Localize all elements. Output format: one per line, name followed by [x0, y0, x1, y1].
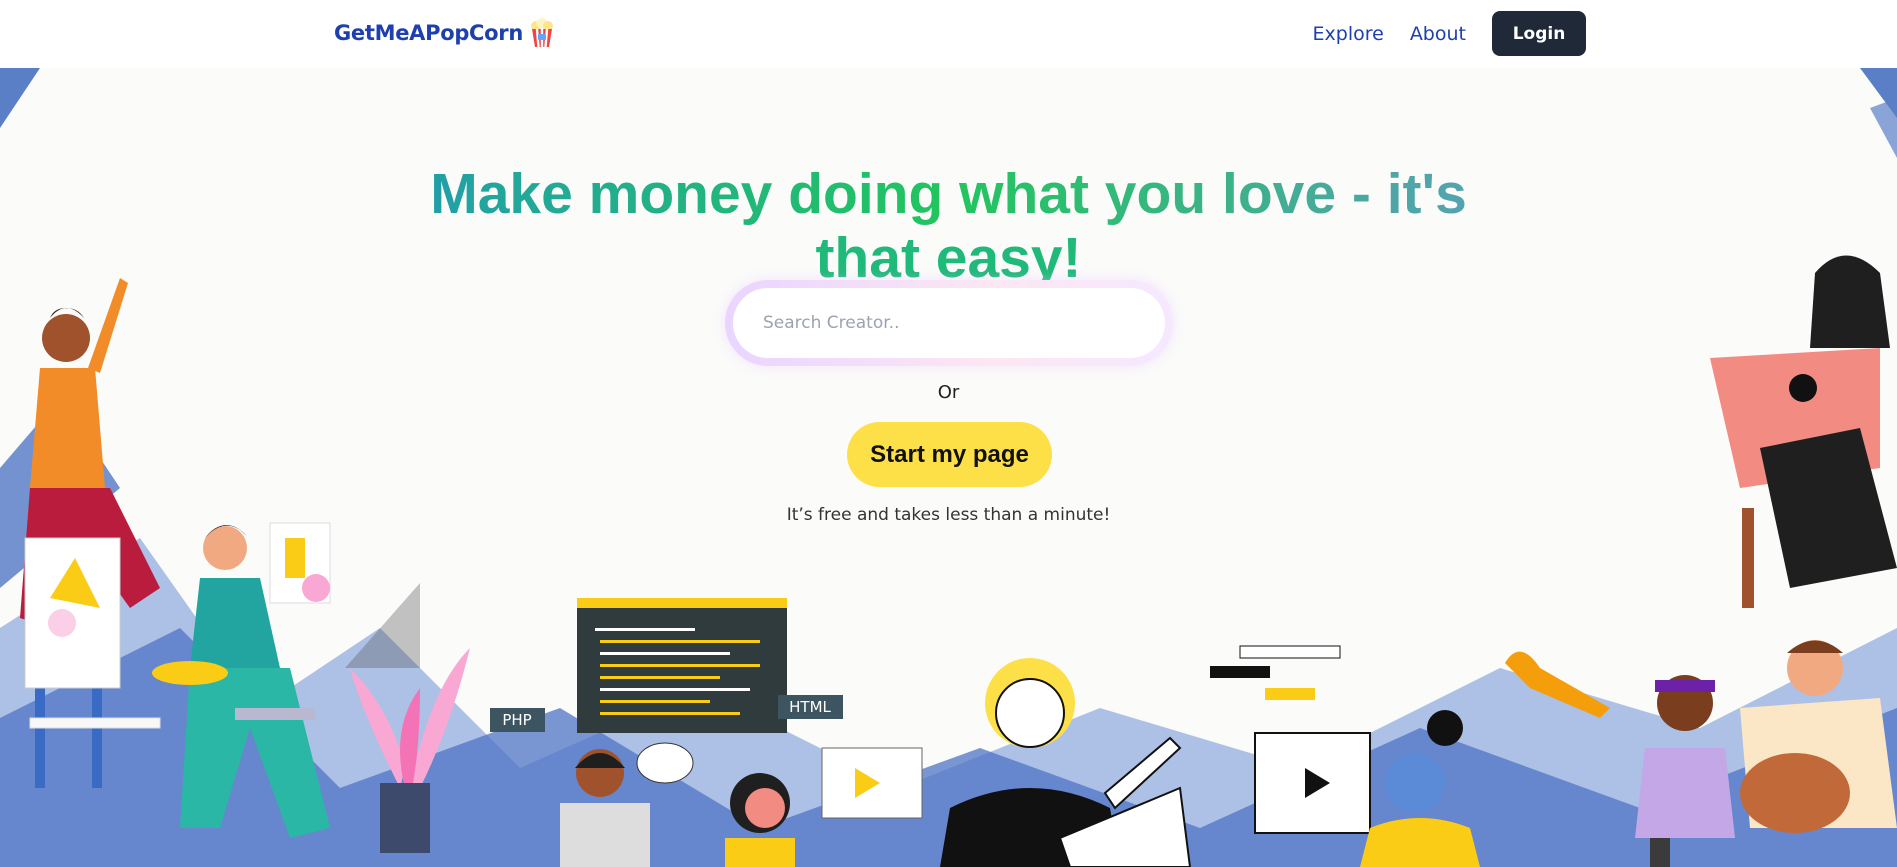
nav-explore-link[interactable]: Explore: [1313, 23, 1384, 45]
top-navbar: GetMeAPopCorn Explore About Login: [0, 0, 1897, 68]
start-my-page-button[interactable]: Start my page: [847, 422, 1052, 487]
search-creator-input[interactable]: [733, 288, 1165, 358]
headline-line-1: Make money doing what you love - it's: [0, 162, 1897, 226]
brand-logo[interactable]: GetMeAPopCorn: [334, 18, 555, 48]
popcorn-icon: [531, 18, 554, 48]
free-note-text: It’s free and takes less than a minute!: [786, 505, 1111, 525]
search-box: [725, 280, 1173, 366]
brand-name[interactable]: GetMeAPopCorn: [334, 21, 523, 45]
html-tag: HTML: [789, 698, 831, 716]
nav-about-link[interactable]: About: [1410, 23, 1466, 45]
hero-headline: Make money doing what you love - it's th…: [0, 162, 1897, 290]
login-button[interactable]: Login: [1492, 11, 1586, 56]
or-divider-text: Or: [937, 382, 960, 403]
guitar-girl: [1710, 255, 1897, 608]
code-window: [577, 598, 787, 733]
php-tag: PHP: [502, 711, 531, 729]
